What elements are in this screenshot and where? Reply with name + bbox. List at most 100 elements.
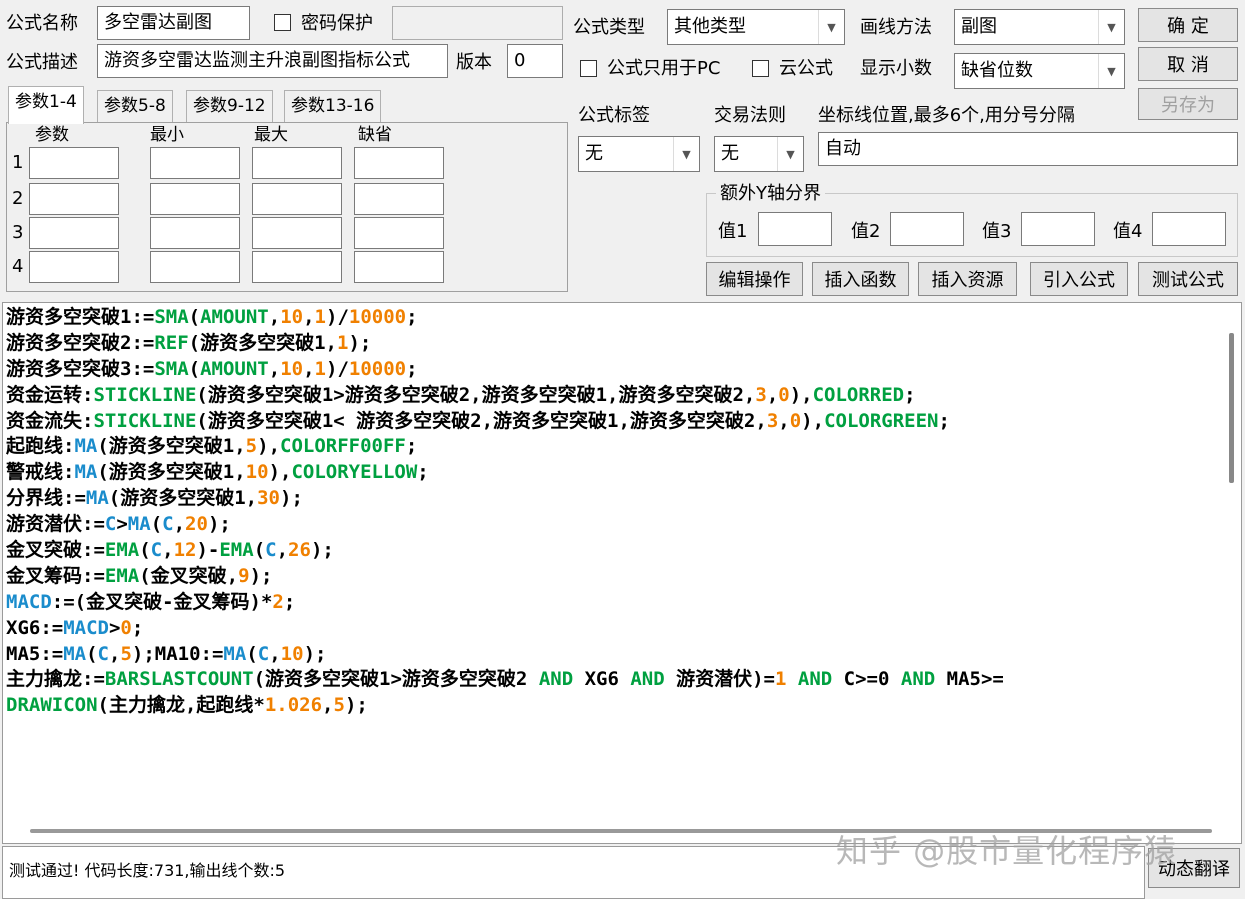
code-line[interactable]: 分界线:=MA(游资多空突破1,30);: [6, 486, 1004, 512]
code-token: MA5>=: [935, 668, 1004, 691]
y-value-2-input[interactable]: [890, 212, 964, 246]
tab-params-1-4[interactable]: 参数1-4: [8, 86, 84, 124]
insert-function-button[interactable]: 插入函数: [812, 262, 909, 296]
code-line[interactable]: MA5:=MA(C,5);MA10:=MA(C,10);: [6, 642, 1004, 668]
param4-max-input[interactable]: [252, 251, 342, 283]
chevron-down-icon[interactable]: ▼: [1098, 10, 1124, 44]
code-token: EMA: [104, 564, 140, 587]
code-line[interactable]: 游资多空突破2:=REF(游资多空突破1,1);: [6, 331, 1004, 357]
code-line[interactable]: 资金流失:STICKLINE(游资多空突破1< 游资多空突破2,游资多空突破1,…: [6, 409, 1004, 435]
decimal-select[interactable]: 缺省位数 ▼: [954, 53, 1125, 89]
code-token: EMA: [219, 539, 254, 562]
code-token: )/: [326, 306, 349, 328]
code-token: 1: [336, 331, 349, 354]
param3-default-input[interactable]: [354, 217, 444, 249]
param4-name-input[interactable]: [29, 251, 119, 283]
status-text: 测试通过! 代码长度:731,输出线个数:5: [9, 861, 286, 880]
param-row-number: 4: [12, 256, 24, 277]
param2-name-input[interactable]: [29, 183, 119, 215]
code-line[interactable]: 金叉突破:=EMA(C,12)-EMA(C,26);: [6, 538, 1004, 564]
test-formula-button[interactable]: 测试公式: [1138, 262, 1238, 296]
formula-name-input[interactable]: 多空雷达副图: [97, 6, 250, 40]
cancel-button[interactable]: 取 消: [1138, 47, 1238, 81]
code-line[interactable]: 金叉筹码:=EMA(金叉突破,9);: [6, 564, 1004, 590]
code-line[interactable]: XG6:=MACD>0;: [6, 616, 1004, 642]
param3-max-input[interactable]: [252, 217, 342, 249]
param4-default-input[interactable]: [354, 251, 444, 283]
formula-tag-label: 公式标签: [578, 105, 650, 126]
password-input[interactable]: [392, 6, 563, 40]
chevron-down-icon[interactable]: ▼: [818, 10, 844, 44]
code-line[interactable]: 资金运转:STICKLINE(游资多空突破1>游资多空突破2,游资多空突破1,游…: [6, 383, 1004, 409]
code-line[interactable]: 游资潜伏:=C>MA(C,20);: [6, 512, 1004, 538]
code-token: (: [246, 642, 258, 665]
password-checkbox[interactable]: [274, 14, 291, 31]
code-line[interactable]: 游资多空突破3:=SMA(AMOUNT,10,1)/10000;: [6, 357, 1004, 383]
code-token: 12: [173, 539, 197, 562]
param1-max-input[interactable]: [252, 147, 342, 179]
code-token: )-: [196, 539, 220, 562]
chevron-down-icon[interactable]: ▼: [673, 137, 699, 171]
code-token: AND: [797, 668, 833, 691]
code-line[interactable]: 游资多空突破1:=SMA(AMOUNT,10,1)/10000;: [6, 305, 1004, 331]
axis-position-label: 坐标线位置,最多6个,用分号分隔: [818, 105, 1075, 126]
code-token: (游资多空突破1>游资多空突破2: [253, 668, 539, 691]
param3-min-input[interactable]: [150, 217, 240, 249]
edit-operations-button[interactable]: 编辑操作: [706, 262, 803, 296]
code-token: );: [249, 564, 273, 587]
draw-method-select[interactable]: 副图 ▼: [954, 9, 1125, 45]
ok-button[interactable]: 确 定: [1138, 8, 1238, 42]
import-formula-button[interactable]: 引入公式: [1030, 262, 1128, 296]
params-panel: 参数 最小 最大 缺省 1 2 3 4: [6, 122, 568, 292]
param2-max-input[interactable]: [252, 183, 342, 215]
param3-name-input[interactable]: [29, 217, 119, 249]
trade-rule-label: 交易法则: [714, 105, 786, 126]
code-token: >: [108, 616, 121, 639]
y-value-4-input[interactable]: [1152, 212, 1226, 246]
code-line[interactable]: MACD:=(金叉突破-金叉筹码)*2;: [6, 590, 1004, 616]
y-value-3-label: 值3: [982, 221, 1012, 242]
code-token: C: [162, 513, 174, 536]
insert-resource-button[interactable]: 插入资源: [918, 262, 1017, 296]
axis-position-input[interactable]: 自动: [818, 132, 1238, 166]
code-token: (: [150, 513, 163, 536]
tab-params-5-8[interactable]: 参数5-8: [97, 90, 173, 122]
chevron-down-icon[interactable]: ▼: [777, 137, 803, 171]
chevron-down-icon[interactable]: ▼: [1098, 54, 1124, 88]
code-token: COLORGREEN: [824, 409, 939, 432]
y-value-4-label: 值4: [1113, 221, 1143, 242]
code-line[interactable]: 警戒线:MA(游资多空突破1,10),COLORYELLOW;: [6, 460, 1004, 486]
code-text[interactable]: 游资多空突破1:=SMA(AMOUNT,10,1)/10000; 游资多空突破2:…: [6, 305, 1004, 719]
code-line[interactable]: DRAWICON(主力擒龙,起跑线*1.026,5);: [6, 693, 1004, 719]
code-editor[interactable]: 游资多空突破1:=SMA(AMOUNT,10,1)/10000; 游资多空突破2:…: [2, 302, 1242, 844]
formula-type-select[interactable]: 其他类型 ▼: [667, 9, 845, 45]
param2-default-input[interactable]: [354, 183, 444, 215]
save-as-button[interactable]: 另存为: [1138, 88, 1238, 120]
trade-rule-select[interactable]: 无 ▼: [714, 136, 804, 172]
code-token: 1: [314, 357, 326, 380]
vertical-scrollbar[interactable]: [1227, 311, 1239, 831]
param1-default-input[interactable]: [354, 147, 444, 179]
tab-params-9-12[interactable]: 参数9-12: [186, 90, 273, 122]
code-token: 起跑线:: [6, 435, 75, 458]
code-line[interactable]: 起跑线:MA(游资多空突破1,5),COLORFF00FF;: [6, 434, 1004, 460]
param1-name-input[interactable]: [29, 147, 119, 179]
code-token: ,: [778, 409, 790, 432]
scrollbar-thumb[interactable]: [1229, 333, 1234, 483]
y-value-3-input[interactable]: [1021, 212, 1095, 246]
tab-params-13-16[interactable]: 参数13-16: [284, 90, 382, 122]
code-token: (: [253, 539, 266, 562]
code-token: EMA: [104, 539, 140, 562]
param-row-number: 2: [12, 188, 24, 209]
pc-only-checkbox[interactable]: [580, 60, 597, 77]
param1-min-input[interactable]: [150, 147, 240, 179]
formula-desc-input[interactable]: 游资多空雷达监测主升浪副图指标公式: [97, 44, 448, 78]
y-value-1-input[interactable]: [758, 212, 832, 246]
param4-min-input[interactable]: [150, 251, 240, 283]
param2-min-input[interactable]: [150, 183, 240, 215]
code-line[interactable]: 主力擒龙:=BARSLASTCOUNT(游资多空突破1>游资多空突破2 AND …: [6, 667, 1004, 693]
formula-tag-select[interactable]: 无 ▼: [578, 136, 700, 172]
code-token: 0: [120, 616, 132, 639]
cloud-checkbox[interactable]: [752, 60, 769, 77]
version-input[interactable]: 0: [507, 44, 563, 78]
